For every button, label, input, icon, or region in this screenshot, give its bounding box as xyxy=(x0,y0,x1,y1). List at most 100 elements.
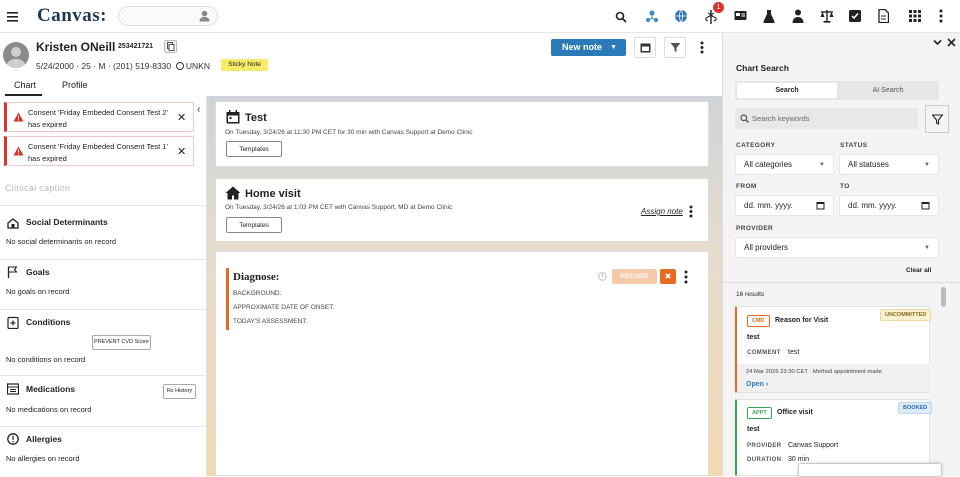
status-value: All statuses xyxy=(848,160,889,169)
calendar-icon[interactable] xyxy=(921,201,930,210)
timezone: UNKN xyxy=(185,61,210,71)
result-type-tag: APPT xyxy=(747,407,772,419)
clear-all-button[interactable]: Clear all xyxy=(906,267,931,274)
checkbox-icon[interactable] xyxy=(849,9,865,25)
note-card[interactable]: Test On Tuesday, 3/24/26 at 11:30 PM CET… xyxy=(215,101,709,167)
sticky-note-button[interactable]: Sticky Note xyxy=(221,59,268,71)
section-medications: Medications Rx History No medications on… xyxy=(0,375,207,426)
result-field-value: Canvas Support xyxy=(788,442,839,449)
calendar-icon xyxy=(640,42,651,53)
grid-icon[interactable] xyxy=(909,9,925,25)
scale-icon[interactable] xyxy=(820,9,836,25)
lab-flask-icon[interactable] xyxy=(763,9,779,25)
user-network-icon[interactable] xyxy=(645,9,661,25)
tab-profile[interactable]: Profile xyxy=(62,80,88,90)
section-title[interactable]: Social Determinants xyxy=(26,217,108,227)
note-title: Test xyxy=(245,112,267,124)
close-icon[interactable]: ✕ xyxy=(177,111,186,124)
floating-menu[interactable] xyxy=(798,463,942,477)
note-title: Home visit xyxy=(245,188,301,200)
diagnose-background-field[interactable]: BACKGROUND: xyxy=(233,290,281,297)
copy-icon[interactable] xyxy=(164,40,177,53)
medication-icon xyxy=(7,383,19,395)
section-title[interactable]: Medications xyxy=(26,384,75,394)
section-title[interactable]: Allergies xyxy=(26,434,62,444)
id-card-icon[interactable] xyxy=(734,9,750,25)
calendar-button[interactable] xyxy=(634,37,656,58)
more-vertical-icon[interactable] xyxy=(689,205,693,218)
record-button[interactable]: RECORD xyxy=(612,269,657,284)
open-link[interactable]: Open › xyxy=(746,381,768,388)
flag-icon xyxy=(7,266,19,278)
social-icon xyxy=(7,217,19,229)
tab-search[interactable]: Search xyxy=(737,83,837,98)
new-note-button[interactable]: New note ▼ xyxy=(551,39,626,56)
more-vertical-icon[interactable] xyxy=(684,270,688,284)
from-date-input[interactable]: dd. mm. yyyy. xyxy=(735,195,834,216)
section-title[interactable]: Goals xyxy=(26,267,50,277)
section-empty-text: No goals on record xyxy=(6,287,70,296)
scrollbar[interactable] xyxy=(941,287,946,307)
warning-icon xyxy=(13,146,24,156)
search-keywords-placeholder: Search keywords xyxy=(752,114,810,123)
results-count: 16 results xyxy=(736,291,765,298)
note-card[interactable]: Home visit On Tuesday, 3/24/26 at 1:03 P… xyxy=(215,178,709,242)
status-label: STATUS xyxy=(840,142,868,149)
result-footer: 24 Mar 2026 23:30 CET · Method appointme… xyxy=(737,364,930,392)
templates-button[interactable]: Templates xyxy=(226,217,282,233)
patient-name: Kristen ONeill xyxy=(36,40,116,54)
close-icon[interactable] xyxy=(947,38,956,47)
tab-chart[interactable]: Chart xyxy=(14,80,36,90)
chevron-down-icon[interactable] xyxy=(933,39,942,46)
diagnose-title: Diagnose: xyxy=(233,271,280,283)
result-field-value: test xyxy=(788,349,800,356)
menu-icon[interactable] xyxy=(7,9,23,25)
caret-down-icon: ▼ xyxy=(924,245,930,251)
alert-text: Consent 'Friday Embeded Consent Test 2' … xyxy=(28,108,168,129)
close-icon[interactable]: ✕ xyxy=(177,145,186,158)
document-icon[interactable] xyxy=(878,9,894,25)
app-logo[interactable]: Canvas: xyxy=(37,5,107,27)
tab-ai-search[interactable]: AI Search xyxy=(838,83,938,98)
templates-button[interactable]: Templates xyxy=(226,141,282,157)
more-vertical-icon[interactable] xyxy=(700,41,704,54)
filter-icon xyxy=(670,42,681,53)
category-value: All categories xyxy=(744,160,793,169)
globe-icon[interactable] xyxy=(674,9,690,25)
search-icon xyxy=(740,114,749,123)
to-date-input[interactable]: dd. mm. yyyy. xyxy=(839,195,939,216)
chevron-left-icon[interactable]: ‹ xyxy=(197,104,200,115)
provider-value: All providers xyxy=(744,243,789,252)
assign-note-link[interactable]: Assign note xyxy=(641,207,683,216)
result-field-label: COMMENT xyxy=(747,350,781,356)
note-subtitle: On Tuesday, 3/24/26 at 1:03 PM CET with … xyxy=(225,204,453,211)
diagnose-assessment-field[interactable]: TODAY'S ASSESSMENT: xyxy=(233,318,307,325)
to-date-value: dd. mm. yyyy. xyxy=(848,201,897,210)
global-search-input[interactable] xyxy=(118,6,218,26)
calendar-icon[interactable] xyxy=(816,201,825,210)
status-select[interactable]: All statuses ▼ xyxy=(839,154,939,175)
consent-alert: Consent 'Friday Embeded Consent Test 2' … xyxy=(4,102,194,132)
prevent-cvd-score-button[interactable]: PREVENT CVD Score xyxy=(92,335,151,350)
caret-down-icon: ▼ xyxy=(819,162,825,168)
category-select[interactable]: All categories ▼ xyxy=(735,154,834,175)
result-meta: 24 Mar 2026 23:30 CET · Method appointme… xyxy=(746,369,882,375)
divider xyxy=(722,282,960,283)
rx-history-button[interactable]: Rx History xyxy=(163,384,196,399)
demographics-text: 5/24/2000 · 25 · M · (201) 519-8330 xyxy=(36,61,172,71)
category-label: CATEGORY xyxy=(736,142,776,149)
search-result-card[interactable]: CMD Reason for Visit UNCOMMITTED test CO… xyxy=(735,306,932,393)
cancel-command-button[interactable]: ✖ xyxy=(660,269,676,284)
filter-button[interactable] xyxy=(925,105,949,133)
section-title[interactable]: Conditions xyxy=(26,317,70,327)
diagnose-onset-field[interactable]: APPROXIMATE DATE OF ONSET: xyxy=(233,304,334,311)
from-date-value: dd. mm. yyyy. xyxy=(744,201,793,210)
more-vertical-icon[interactable] xyxy=(939,9,955,25)
chart-search-title: Chart Search xyxy=(736,63,789,73)
section-empty-text: No conditions on record xyxy=(6,355,86,364)
filter-button[interactable] xyxy=(664,37,686,58)
clinical-caption-input[interactable]: Clinical caption xyxy=(5,183,70,193)
person-icon[interactable] xyxy=(792,9,808,25)
provider-select[interactable]: All providers ▼ xyxy=(735,237,939,258)
search-icon[interactable] xyxy=(615,9,631,25)
